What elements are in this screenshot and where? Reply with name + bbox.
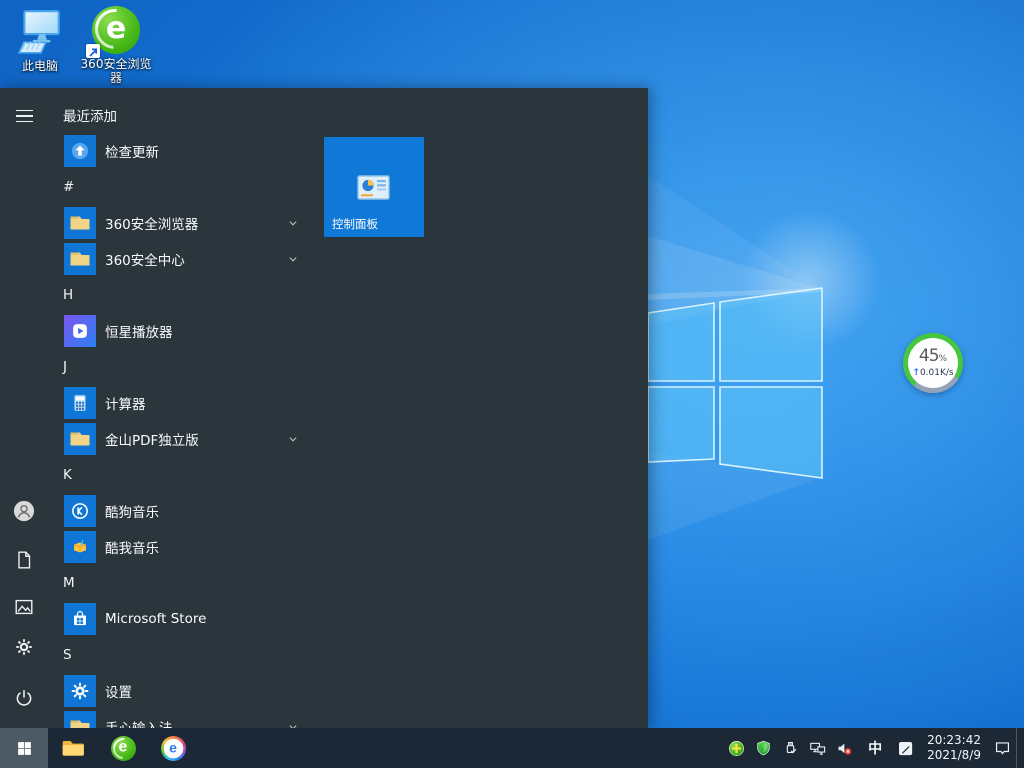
desktop-icon-360-browser[interactable]: e 360安全浏览器 (80, 4, 152, 85)
document-icon (13, 549, 35, 571)
pictures-button[interactable] (5, 588, 43, 626)
tray-usb-device[interactable] (777, 728, 804, 768)
taskbar: e e 中 20:23:42 2021/8/9 (0, 728, 1024, 768)
section-k[interactable]: K (50, 457, 306, 493)
chevron-down-icon[interactable] (286, 216, 300, 230)
settings-button[interactable] (5, 628, 43, 666)
usb-icon (781, 739, 800, 758)
action-center-icon (993, 739, 1012, 758)
net-ball-speed: ↑0.01K/s (912, 368, 953, 379)
clock-time: 20:23:42 (927, 733, 981, 748)
chevron-down-icon[interactable] (286, 720, 300, 728)
360-speed-browser-icon: e (161, 736, 186, 761)
media-player-icon (64, 315, 96, 347)
tray-volume-muted[interactable] (831, 728, 858, 768)
start-item-360-browser-folder[interactable]: 360安全浏览器 (50, 205, 306, 241)
speaker-muted-icon (835, 739, 854, 758)
folder-icon (64, 207, 96, 239)
folder-icon (64, 423, 96, 455)
start-item-shouxin-ime-folder[interactable]: 手心输入法 (50, 709, 306, 728)
360-browser-icon: e (111, 736, 136, 761)
kuwo-icon (64, 531, 96, 563)
taskbar-clock[interactable]: 20:23:42 2021/8/9 (919, 733, 989, 763)
section-j[interactable]: J (50, 349, 306, 385)
user-avatar-icon (13, 500, 35, 522)
desktop-icon-label: 360安全浏览器 (80, 57, 152, 85)
user-account-button[interactable] (5, 492, 43, 530)
net-speed-ball[interactable]: 45% ↑0.01K/s (903, 333, 963, 393)
start-item-check-update[interactable]: 检查更新 (50, 133, 306, 169)
taskbar-360-speed-browser[interactable]: e (148, 728, 198, 768)
start-item-jinshan-pdf-folder[interactable]: 金山PDF独立版 (50, 421, 306, 457)
start-item-microsoft-store[interactable]: Microsoft Store (50, 601, 306, 637)
net-speed-ball-face: 45% ↑0.01K/s (908, 338, 958, 388)
start-item-kugou-music[interactable]: 酷狗音乐 (50, 493, 306, 529)
power-button[interactable] (5, 679, 43, 717)
calculator-icon (64, 387, 96, 419)
desktop-icon-this-pc[interactable]: 此电脑 (8, 6, 72, 73)
section-hash[interactable]: # (50, 169, 306, 205)
section-m[interactable]: M (50, 565, 306, 601)
tray-ime-mode[interactable]: 中 (858, 728, 892, 768)
update-icon (64, 135, 96, 167)
documents-button[interactable] (5, 541, 43, 579)
start-button[interactable] (0, 728, 48, 768)
section-s[interactable]: S (50, 637, 306, 673)
start-item-kuwo-music[interactable]: 酷我音乐 (50, 529, 306, 565)
start-item-360-security-folder[interactable]: 360安全中心 (50, 241, 306, 277)
windows-ink-icon (896, 739, 915, 758)
gear-icon (13, 636, 35, 658)
tray-windows-ink[interactable] (892, 728, 919, 768)
tile-control-panel[interactable]: 控制面板 (324, 137, 424, 237)
this-pc-icon (14, 6, 66, 58)
chevron-down-icon[interactable] (286, 432, 300, 446)
net-ball-percent: 45% (919, 347, 947, 368)
system-tray: 中 20:23:42 2021/8/9 (723, 728, 1024, 768)
control-panel-icon (357, 175, 391, 203)
folder-icon (64, 243, 96, 275)
start-menu: 最近添加 检查更新 # 360安全浏览器 360安全中心 H 恒星播放器 J (0, 88, 648, 728)
show-desktop-button[interactable] (1016, 728, 1024, 768)
file-explorer-icon (60, 735, 86, 761)
start-item-hengxing-player[interactable]: 恒星播放器 (50, 313, 306, 349)
network-icon (808, 739, 827, 758)
taskbar-file-explorer[interactable] (48, 728, 98, 768)
clock-date: 2021/8/9 (927, 748, 981, 763)
folder-icon (64, 711, 96, 728)
store-icon (64, 603, 96, 635)
chevron-down-icon[interactable] (286, 252, 300, 266)
action-center-button[interactable] (989, 728, 1016, 768)
360-browser-icon: e (90, 4, 142, 56)
pictures-icon (13, 596, 35, 618)
shortcut-arrow-icon (86, 44, 100, 58)
expand-menu-button[interactable] (5, 97, 43, 135)
section-recently-added: 最近添加 (50, 97, 306, 133)
section-h[interactable]: H (50, 277, 306, 313)
tray-360-safeguard[interactable] (750, 728, 777, 768)
taskbar-360-browser[interactable]: e (98, 728, 148, 768)
power-icon (13, 687, 35, 709)
tray-360-antivirus[interactable] (723, 728, 750, 768)
start-menu-rail (0, 88, 48, 728)
start-item-settings[interactable]: 设置 (50, 673, 306, 709)
shield-icon (754, 739, 773, 758)
gear-icon (64, 675, 96, 707)
start-app-list: 最近添加 检查更新 # 360安全浏览器 360安全中心 H 恒星播放器 J (50, 88, 306, 728)
start-item-calculator[interactable]: 计算器 (50, 385, 306, 421)
360-antivirus-icon (727, 739, 746, 758)
kugou-icon (64, 495, 96, 527)
windows-logo-icon (16, 740, 33, 757)
up-arrow-icon: ↑ (912, 368, 920, 378)
tray-network[interactable] (804, 728, 831, 768)
hamburger-icon (16, 110, 33, 123)
ime-chinese-indicator: 中 (862, 738, 888, 758)
desktop-icon-label: 此电脑 (22, 59, 58, 73)
